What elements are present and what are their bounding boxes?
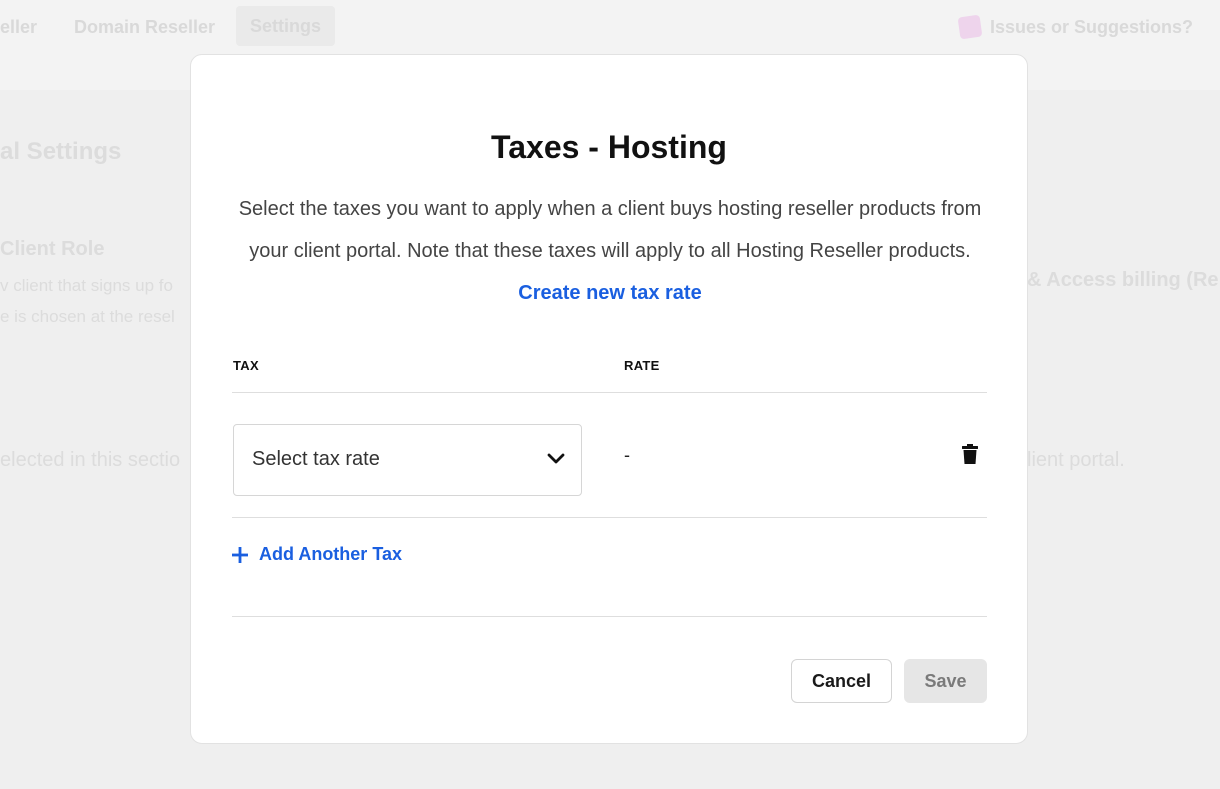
client-role-text-2: e is chosen at the resel [0,307,175,326]
client-role-heading: Client Role [0,238,105,260]
rate-column-header: RATE [624,358,660,373]
modal-description: Select the taxes you want to apply when … [231,188,989,314]
issues-link[interactable]: Issues or Suggestions? [957,14,1193,40]
rate-value: - [624,445,630,465]
tax-column-header: TAX [233,358,259,373]
description-text: Select the taxes you want to apply when … [238,198,982,262]
tax-rate-select-value: Select tax rate [252,448,380,470]
header-divider [232,392,987,393]
row-divider [232,517,987,518]
add-another-tax-button[interactable]: Add Another Tax [232,544,402,565]
chevron-down-icon [547,453,565,464]
nav-tab-settings[interactable]: Settings [236,6,336,46]
section-text-left: elected in this sectio [0,449,181,471]
billing-heading: & Access billing (Re [1027,269,1219,291]
footer-divider [232,616,987,617]
issues-link-label: Issues or Suggestions? [989,17,1193,37]
client-role-text-1: v client that signs up fo [0,276,173,295]
cancel-button[interactable]: Cancel [791,659,892,703]
modal-title: Taxes - Hosting [491,129,727,165]
taxes-modal: Taxes - Hosting Select the taxes you wan… [190,54,1028,744]
plus-icon [232,546,248,563]
tax-rate-select[interactable]: Select tax rate [233,424,582,496]
section-text-right: lient portal. [1027,449,1125,471]
add-another-tax-label: Add Another Tax [259,544,402,564]
page-title: al Settings [0,138,122,165]
trash-icon[interactable] [962,444,978,464]
create-tax-rate-link[interactable]: Create new tax rate [518,282,701,304]
save-button[interactable]: Save [904,659,987,703]
nav-tab-reseller[interactable]: eller [0,14,37,40]
feedback-icon [957,14,983,40]
nav-tab-domain-reseller[interactable]: Domain Reseller [74,14,215,40]
